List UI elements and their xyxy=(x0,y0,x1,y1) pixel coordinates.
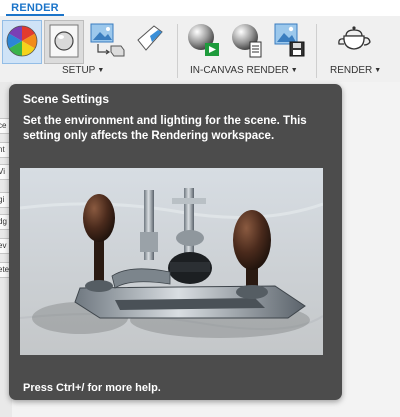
scene-settings-icon xyxy=(49,24,79,58)
render-sphere-play-icon xyxy=(188,24,219,56)
scene-settings-tooltip: Scene Settings Set the environment and l… xyxy=(9,84,342,400)
decal-icon xyxy=(137,25,163,51)
render-button[interactable] xyxy=(334,20,374,64)
tooltip-description: Set the environment and lighting for the… xyxy=(23,115,307,142)
group-label-render[interactable]: RENDER ▼ xyxy=(330,65,381,76)
in-canvas-render-settings-button[interactable] xyxy=(228,20,266,64)
rendered-scene-illustration xyxy=(20,168,323,355)
tooltip-help-hint: Press Ctrl+/ for more help. xyxy=(23,382,161,394)
render-sphere-settings-icon xyxy=(232,24,262,58)
texture-map-button[interactable] xyxy=(88,20,128,64)
group-label-in-canvas-render[interactable]: IN-CANVAS RENDER ▼ xyxy=(190,65,298,76)
in-canvas-render-button[interactable] xyxy=(184,20,224,64)
teapot-icon xyxy=(338,26,371,50)
ribbon-tab-bar: RENDER xyxy=(0,0,400,16)
capture-image-icon xyxy=(274,23,305,57)
decal-button[interactable] xyxy=(132,20,168,64)
appearance-button[interactable] xyxy=(2,20,42,64)
scene-settings-button[interactable] xyxy=(44,20,84,64)
tooltip-title: Scene Settings xyxy=(23,92,110,106)
group-separator xyxy=(177,24,178,78)
group-label-setup[interactable]: SETUP ▼ xyxy=(62,65,104,76)
color-wheel-icon xyxy=(6,25,38,57)
texture-map-icon xyxy=(90,23,125,57)
capture-image-button[interactable] xyxy=(272,20,308,64)
ribbon-toolbar: SETUP ▼ IN-CANVAS RENDER ▼ RENDER ▼ xyxy=(0,16,400,83)
tooltip-preview-image xyxy=(20,168,323,355)
group-separator xyxy=(316,24,317,78)
